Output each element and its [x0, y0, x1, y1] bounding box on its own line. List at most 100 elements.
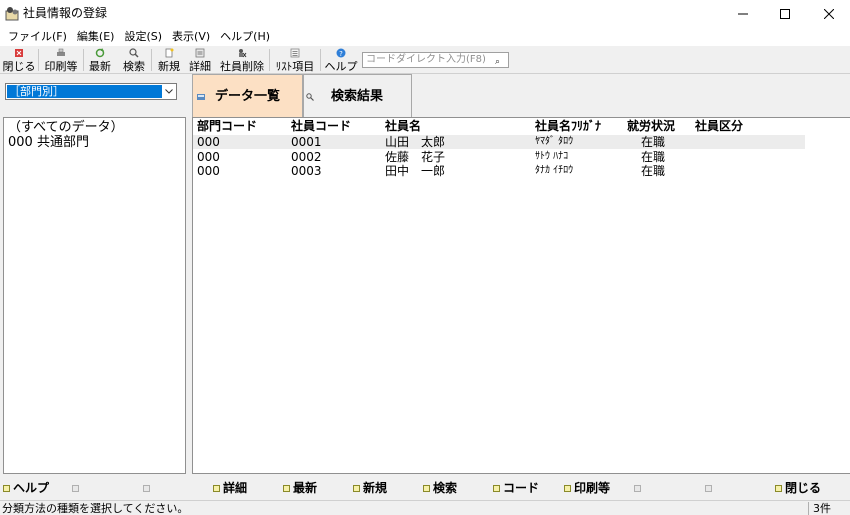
function-key-icon	[353, 484, 360, 492]
fkey-empty[interactable]	[72, 480, 82, 496]
search-icon[interactable]: ⌕	[495, 55, 500, 69]
menu-settings[interactable]: 設定(S)	[120, 27, 166, 46]
tree-item-department[interactable]: 000 共通部門	[8, 135, 181, 150]
fkey-refresh[interactable]: 最新	[283, 480, 317, 496]
cell-work-status: 在職	[641, 164, 666, 178]
maximize-icon	[780, 8, 790, 19]
cell-employee-code: 0003	[291, 164, 322, 178]
column-header-employee-class[interactable]: 社員区分	[695, 119, 743, 134]
refresh-button-label: 最新	[89, 60, 111, 73]
fkey-new[interactable]: 新規	[353, 480, 387, 496]
function-key-icon	[423, 484, 430, 492]
toolbar-separator	[151, 49, 152, 71]
tab-search-results[interactable]: 検索結果	[303, 74, 412, 118]
table-row[interactable]: 000 0001 山田 太郎 ﾔﾏﾀﾞ ﾀﾛｳ 在職	[193, 135, 805, 149]
column-header-employee-kana[interactable]: 社員名ﾌﾘｶﾞﾅ	[535, 119, 601, 134]
search-button[interactable]: 検索	[121, 46, 147, 74]
detail-button[interactable]: 詳細	[187, 46, 213, 74]
cell-employee-kana: ｻﾄｳ ﾊﾅｺ	[535, 151, 569, 162]
fkey-help[interactable]: ヘルプ	[3, 480, 49, 496]
cell-work-status: 在職	[641, 135, 666, 149]
category-tree: （すべてのデータ） 000 共通部門	[3, 117, 186, 474]
title-bar: 社員情報の登録	[0, 0, 850, 27]
search-results-icon	[306, 93, 314, 101]
tab-data-list-label: データ一覧	[215, 89, 281, 104]
category-select[interactable]: ［部門別］	[5, 83, 177, 100]
cell-dept-code: 000	[197, 135, 220, 149]
fkey-close[interactable]: 閉じる	[775, 480, 821, 496]
list-icon	[290, 48, 300, 58]
status-message: 分類方法の種類を選択してください。	[2, 502, 189, 515]
fkey-detail[interactable]: 詳細	[213, 480, 247, 496]
fkey-help-label: ヘルプ	[13, 481, 50, 495]
function-key-icon	[493, 484, 500, 492]
fkey-empty[interactable]	[705, 480, 715, 496]
minimize-button[interactable]	[720, 0, 766, 27]
function-key-icon	[634, 484, 641, 492]
cell-employee-code: 0001	[291, 135, 322, 149]
print-button[interactable]: 印刷等	[43, 46, 79, 74]
help-button[interactable]: ? ヘルプ	[324, 46, 358, 74]
menu-help[interactable]: ヘルプ(H)	[216, 27, 274, 46]
fkey-search-label: 検索	[433, 481, 458, 495]
fkey-empty[interactable]	[634, 480, 644, 496]
function-key-icon	[72, 484, 79, 492]
detail-button-label: 詳細	[189, 60, 211, 73]
toolbar-separator	[83, 49, 84, 71]
table-row[interactable]: 000 0003 田中 一郎 ﾀﾅｶ ｲﾁﾛｳ 在職	[193, 164, 805, 178]
fkey-search[interactable]: 検索	[423, 480, 457, 496]
toolbar-separator	[38, 49, 39, 71]
new-button[interactable]: 新規	[156, 46, 182, 74]
function-key-icon	[213, 484, 220, 492]
function-key-icon	[705, 484, 712, 492]
search-button-label: 検索	[123, 60, 145, 73]
cell-work-status: 在職	[641, 150, 666, 164]
delete-employee-button[interactable]: 社員削除	[219, 46, 265, 74]
maximize-button[interactable]	[762, 0, 808, 27]
new-button-label: 新規	[158, 60, 180, 73]
function-key-icon	[3, 484, 10, 492]
dropdown-arrow[interactable]	[162, 85, 175, 98]
cell-employee-code: 0002	[291, 150, 322, 164]
cell-dept-code: 000	[197, 150, 220, 164]
fkey-code[interactable]: コード	[493, 480, 539, 496]
record-count: 3件	[808, 502, 846, 515]
column-header-employee-name[interactable]: 社員名	[385, 119, 421, 134]
cell-employee-name: 田中 一郎	[385, 164, 446, 178]
list-items-button-label: ﾘｽﾄ項目	[275, 60, 315, 73]
function-key-icon	[564, 484, 571, 492]
cell-dept-code: 000	[197, 164, 220, 178]
function-key-icon	[143, 484, 150, 492]
close-button[interactable]: 閉じる	[2, 46, 36, 74]
fkey-new-label: 新規	[363, 481, 388, 495]
minimize-icon	[738, 13, 748, 14]
fkey-print[interactable]: 印刷等	[564, 480, 610, 496]
refresh-button[interactable]: 最新	[87, 46, 113, 74]
svg-text:?: ?	[339, 50, 343, 58]
close-button-label: 閉じる	[2, 60, 36, 73]
cell-employee-name: 山田 太郎	[385, 135, 446, 149]
menu-view[interactable]: 表示(V)	[168, 27, 214, 46]
column-header-dept-code[interactable]: 部門コード	[197, 119, 257, 134]
column-header-work-status[interactable]: 就労状況	[627, 119, 675, 134]
menu-file[interactable]: ファイル(F)	[4, 27, 71, 46]
tree-item-all[interactable]: （すべてのデータ）	[8, 120, 181, 135]
close-icon	[824, 8, 834, 19]
fkey-refresh-label: 最新	[293, 481, 318, 495]
app-icon	[5, 7, 19, 21]
column-header-employee-code[interactable]: 社員コード	[291, 119, 351, 134]
table-row[interactable]: 000 0002 佐藤 花子 ｻﾄｳ ﾊﾅｺ 在職	[193, 150, 805, 164]
list-items-button[interactable]: ﾘｽﾄ項目	[274, 46, 316, 74]
menu-edit[interactable]: 編集(E)	[73, 27, 119, 46]
cell-employee-kana: ﾀﾅｶ ｲﾁﾛｳ	[535, 165, 574, 176]
close-window-button[interactable]	[806, 0, 850, 27]
fkey-empty[interactable]	[143, 480, 153, 496]
help-button-label: ヘルプ	[324, 60, 358, 73]
tab-search-results-label: 検索結果	[331, 89, 384, 104]
help-icon: ?	[336, 48, 346, 58]
detail-icon	[195, 48, 205, 58]
code-direct-input[interactable]: コードダイレクト入力(F8) ⌕	[362, 52, 509, 68]
close-red-icon	[15, 49, 23, 57]
cell-employee-name: 佐藤 花子	[385, 150, 446, 164]
tab-data-list[interactable]: データ一覧	[192, 74, 303, 118]
